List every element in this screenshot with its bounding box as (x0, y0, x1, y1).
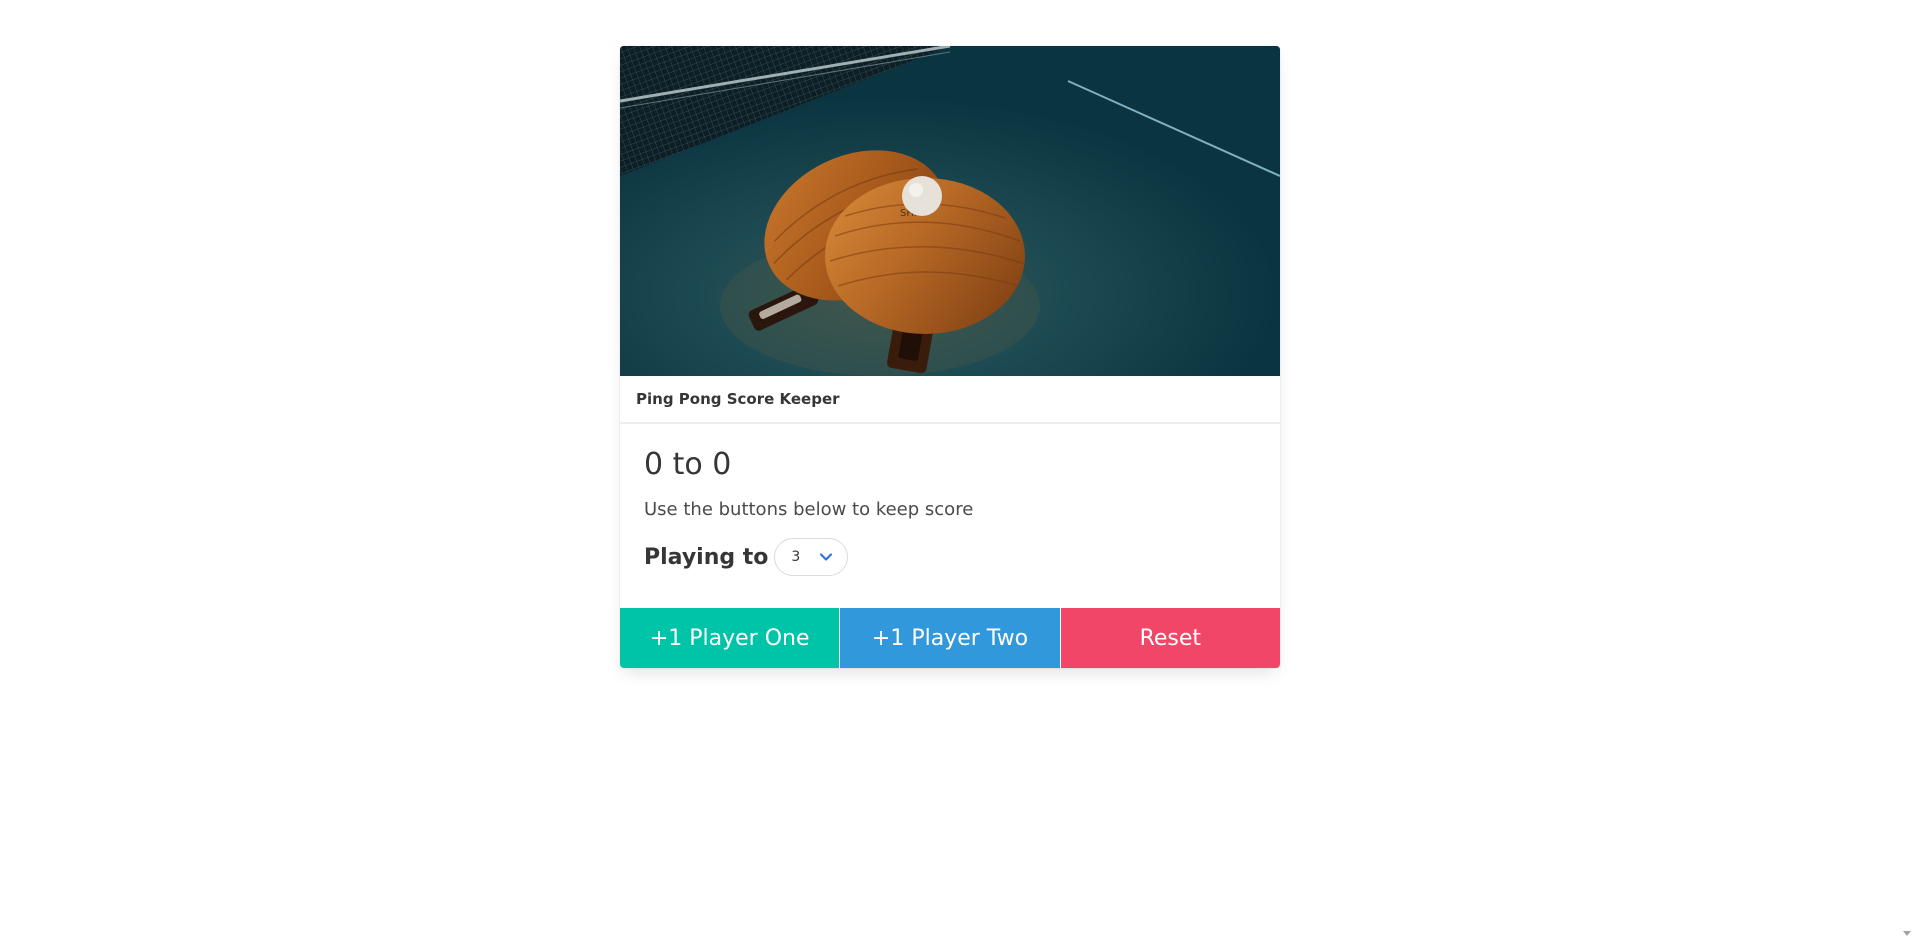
score-display: 0 to 0 (644, 447, 732, 482)
card-content: 0 to 0 Use the buttons below to keep sco… (620, 424, 1280, 608)
playing-to-row: Playing to 3 (644, 538, 1256, 576)
playing-to-select-value: 3 (791, 549, 801, 565)
ping-pong-photo: SHIN (620, 46, 1280, 376)
chevron-down-icon (820, 553, 833, 561)
instructions-text: Use the buttons below to keep score (644, 499, 974, 520)
card-header: Ping Pong Score Keeper (620, 376, 1280, 424)
card-image: SHIN (620, 46, 1280, 376)
playing-to-select[interactable]: 3 (774, 538, 849, 576)
page: SHIN Ping Pong Score Keeper 0 to 0 Use t… (0, 0, 1915, 940)
player-two-button[interactable]: +1 Player Two (840, 608, 1060, 668)
reset-button[interactable]: Reset (1060, 608, 1280, 668)
scroll-down-arrow-icon[interactable] (1903, 931, 1911, 936)
vertical-scrollbar[interactable] (1900, 0, 1915, 940)
card-header-title: Ping Pong Score Keeper (636, 390, 840, 408)
playing-to-label: Playing to (644, 544, 769, 570)
player-one-button[interactable]: +1 Player One (620, 608, 840, 668)
score-buttons: +1 Player One +1 Player Two Reset (620, 608, 1280, 668)
score-keeper-card: SHIN Ping Pong Score Keeper 0 to 0 Use t… (620, 46, 1280, 668)
